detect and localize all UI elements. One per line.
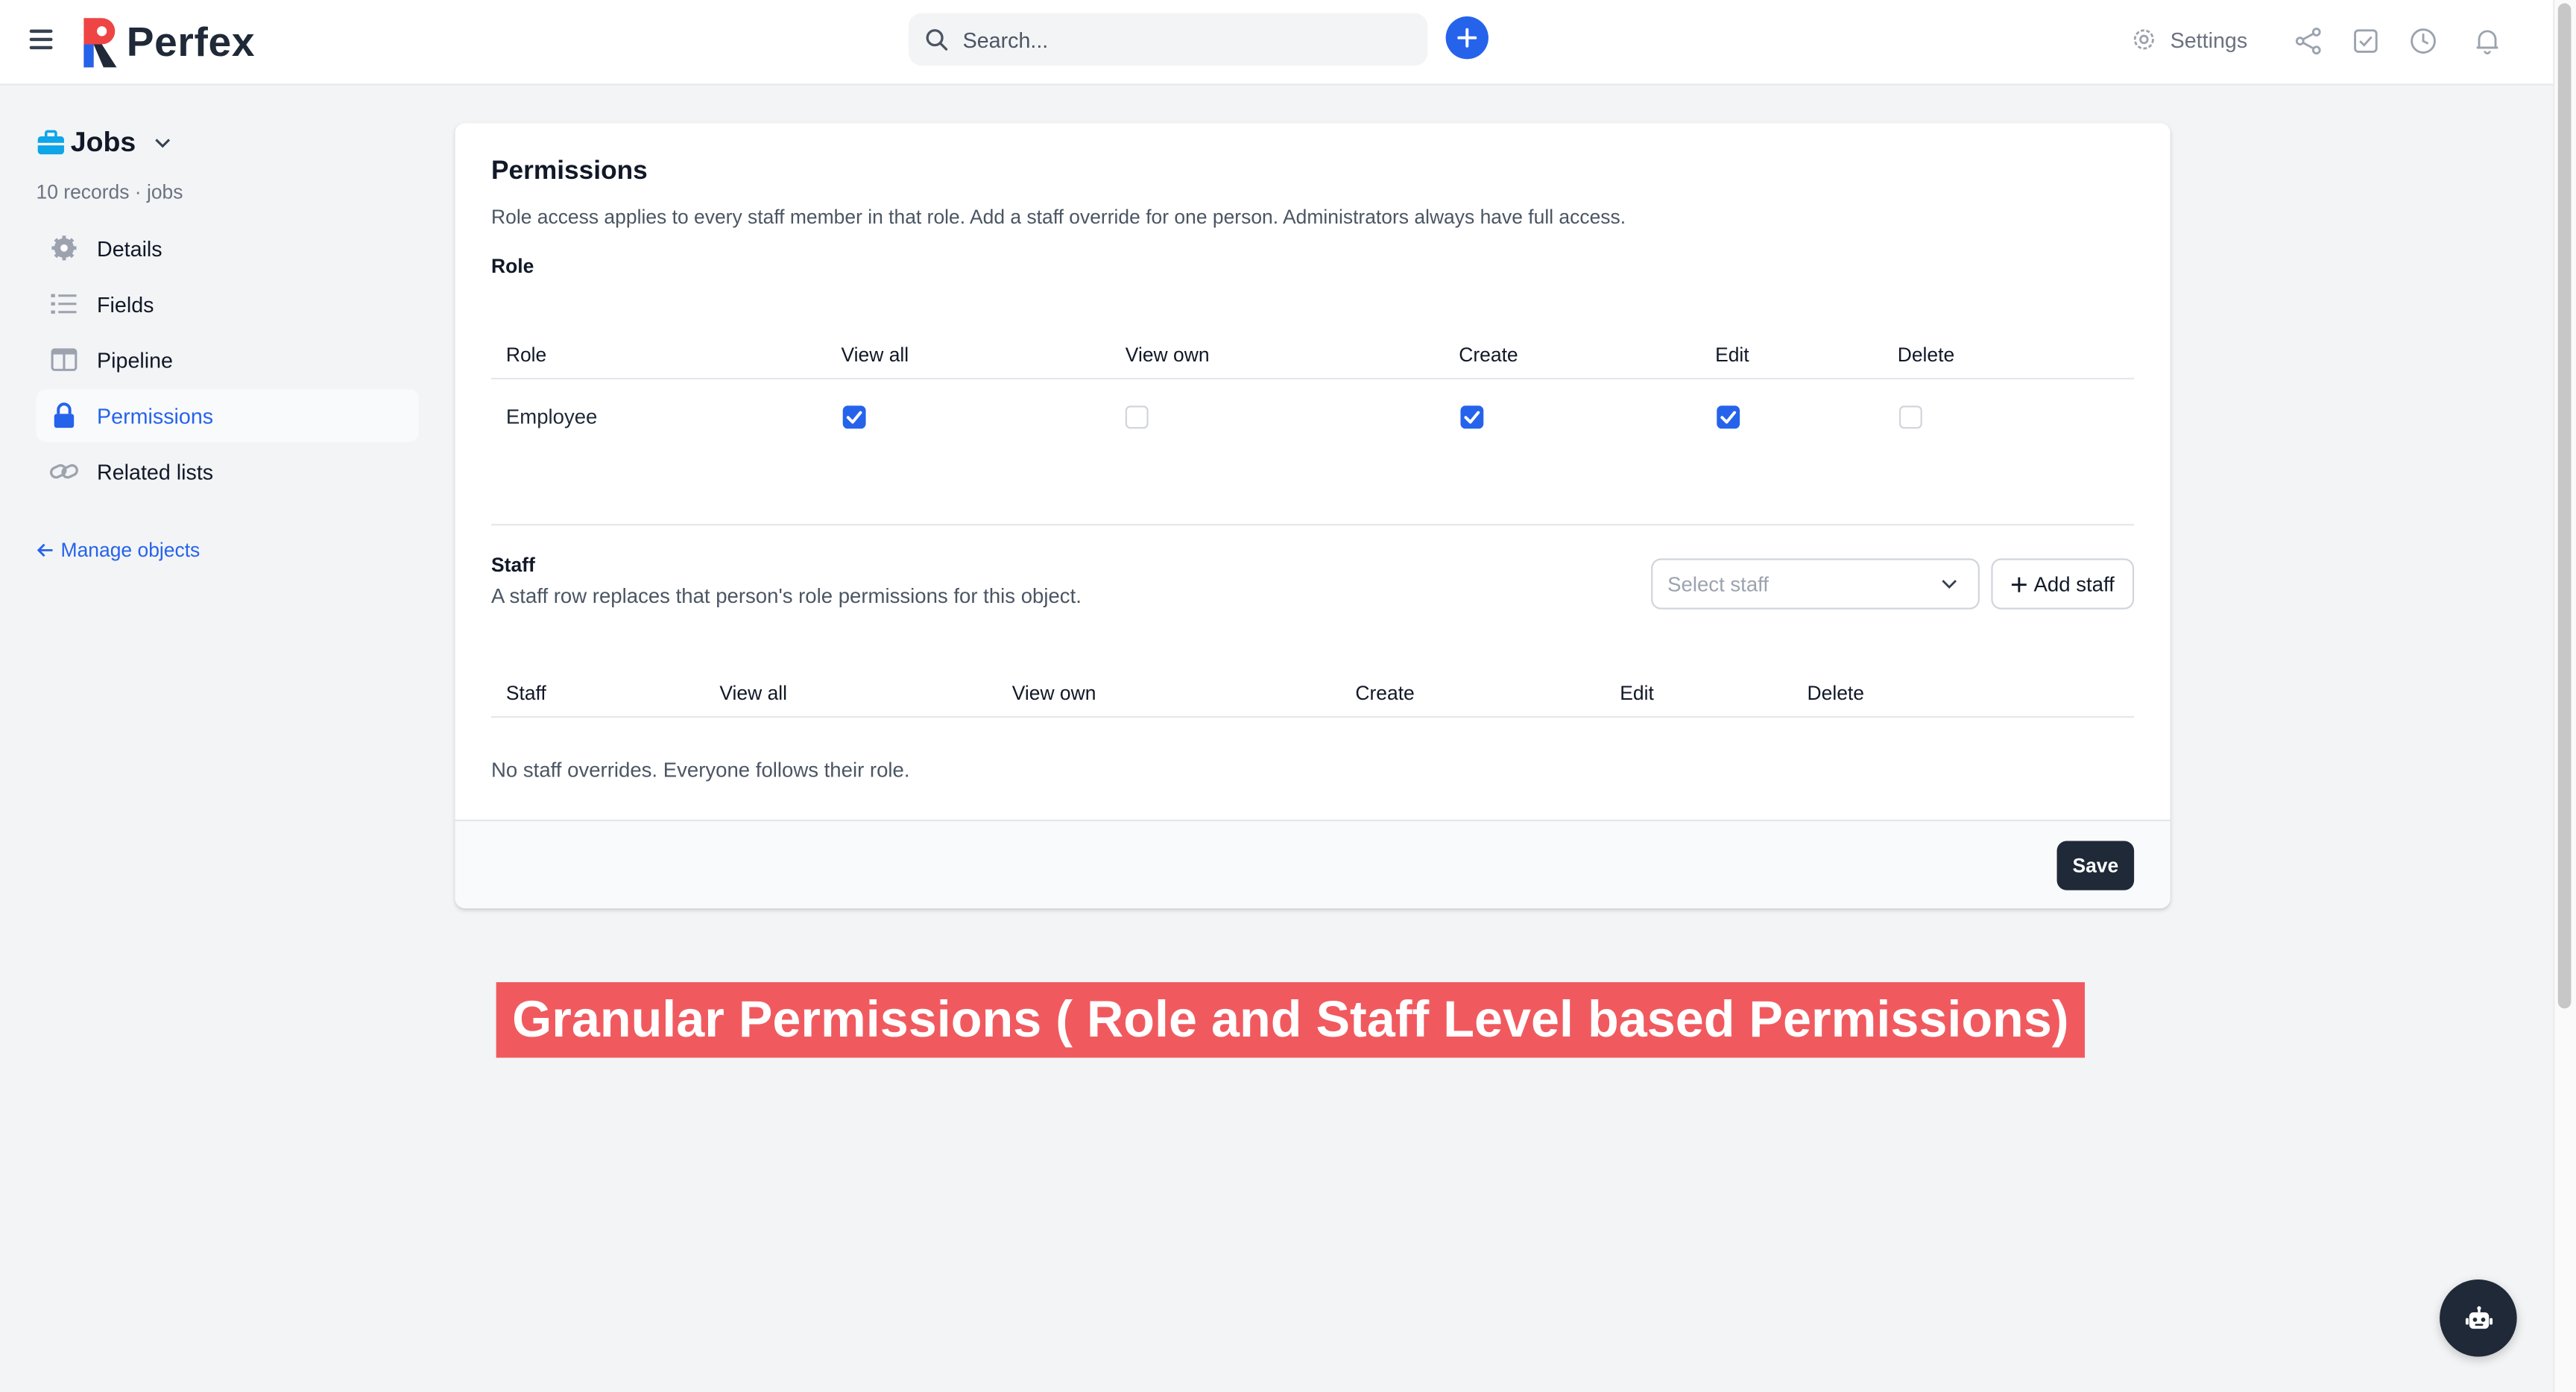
lock-icon [49,401,79,431]
column-header: Role [505,343,547,367]
select-staff-dropdown[interactable]: Select staff [1651,558,1980,610]
chevron-down-icon [1942,580,1957,589]
chevron-down-icon [154,139,170,148]
select-staff-placeholder: Select staff [1667,572,1769,595]
column-header: View own [1125,343,1210,367]
briefcase-icon [37,130,64,155]
column-header: View all [719,681,788,705]
robot-icon [2464,1305,2492,1329]
share-icon[interactable] [2294,26,2323,56]
column-header: View all [841,343,909,367]
gear-icon [49,233,79,263]
columns-icon [49,345,79,375]
settings-link[interactable]: Settings [2131,26,2247,52]
chat-bot-button[interactable] [2440,1279,2517,1357]
object-subtitle: 10 records · jobs [36,180,183,204]
search-input[interactable] [962,27,1407,52]
clock-icon[interactable] [2408,26,2438,56]
check-icon [1464,411,1480,424]
column-header: Delete [1897,343,1955,367]
gear-icon [2133,29,2154,50]
app-logo[interactable]: Perfex [80,16,255,69]
role-name: Employee [505,405,598,429]
arrow-left-icon [37,543,53,557]
object-nav: Details Fields Pipeline Permissions Rela… [36,222,420,502]
settings-label: Settings [2170,27,2248,52]
column-header: Staff [505,681,546,705]
search-icon [926,29,948,51]
bell-icon[interactable] [2472,26,2502,56]
view-all-checkbox[interactable] [842,405,866,429]
empty-state-text: No staff overrides. Everyone follows the… [491,759,910,782]
app-name: Perfex [126,19,256,66]
sidebar-item-fields[interactable]: Fields [36,277,419,330]
sidebar-item-details[interactable]: Details [36,222,419,275]
object-switcher[interactable]: Jobs [36,127,171,159]
sidebar-item-label: Related lists [97,459,214,484]
sidebar-item-related-lists[interactable]: Related lists [36,445,419,498]
edit-checkbox[interactable] [1717,405,1740,429]
card-footer: Save [455,819,2171,908]
save-button[interactable]: Save [2056,841,2135,890]
permissions-description: Role access applies to every staff membe… [491,205,1626,229]
sidebar-item-label: Details [97,235,162,261]
staff-table-header: Staff View all View own Create Edit Dele… [491,671,2135,718]
page-title: Permissions [491,157,648,186]
column-header: Delete [1807,681,1864,705]
plus-icon [1457,28,1477,48]
list-icon [49,289,79,319]
manage-objects-link[interactable]: Manage objects [36,539,200,562]
view-own-checkbox[interactable] [1125,405,1149,429]
search-box[interactable] [908,13,1428,66]
delete-checkbox[interactable] [1898,405,1922,429]
quick-create-button[interactable] [1445,16,1489,60]
app-root: Perfex Settings Jobs 10 records · jobs D… [0,0,2576,1392]
column-header: View own [1011,681,1096,705]
menu-icon[interactable] [29,29,53,50]
column-header: Create [1355,681,1415,705]
object-title: Jobs [70,126,136,158]
manage-objects-label: Manage objects [60,538,201,562]
role-section-label: Role [491,254,534,278]
scrollbar-thumb[interactable] [2557,3,2572,1009]
sidebar-item-pipeline[interactable]: Pipeline [36,333,419,386]
staff-section-label: Staff [491,553,535,577]
sidebar-item-label: Fields [97,291,154,317]
add-staff-button[interactable]: Add staff [1991,558,2135,610]
plus-icon [2011,576,2027,592]
staff-description: A staff row replaces that person's role … [491,584,1082,608]
column-header: Edit [1620,681,1654,705]
sidebar-item-label: Pipeline [97,347,174,373]
check-icon [846,411,862,424]
promo-banner: Granular Permissions ( Role and Staff Le… [496,982,2086,1058]
check-icon [1720,411,1737,424]
column-header: Create [1459,343,1518,367]
sidebar-item-label: Permissions [97,403,214,428]
perfex-logo-icon [83,18,117,68]
sidebar-item-permissions[interactable]: Permissions [36,389,420,442]
task-check-icon[interactable] [2351,26,2381,56]
role-table-header: Role View all View own Create Edit Delet… [491,333,2135,380]
create-checkbox[interactable] [1460,405,1484,429]
column-header: Edit [1715,343,1749,367]
table-row: Employee [491,389,2134,445]
permissions-card: Permissions Role access applies to every… [455,123,2171,908]
add-staff-label: Add staff [2033,572,2115,595]
section-divider [491,524,2135,526]
top-bar: Perfex Settings [0,0,2554,86]
link-icon [49,457,79,487]
